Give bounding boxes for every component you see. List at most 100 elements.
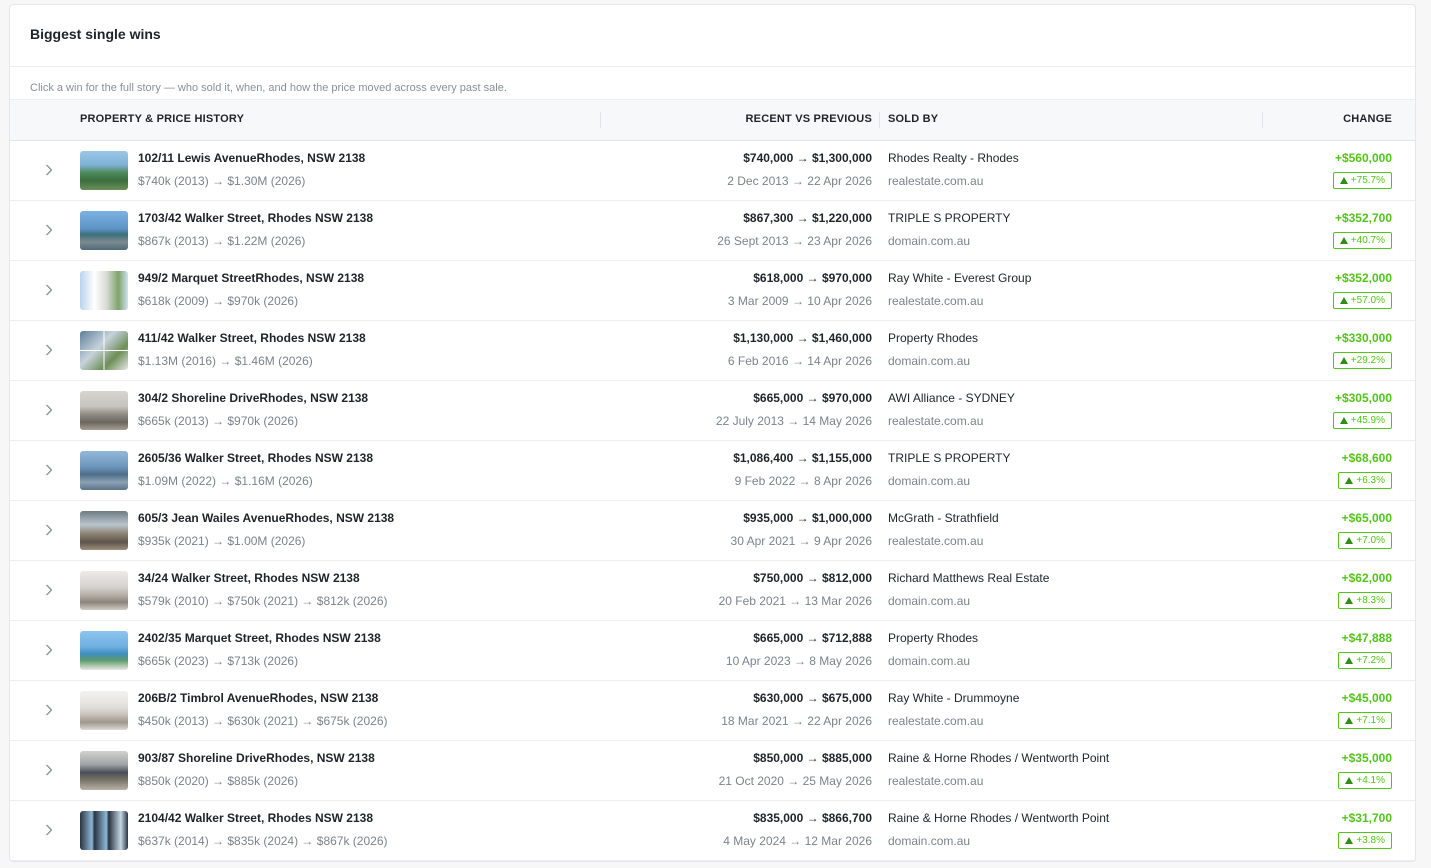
- property-thumbnail: [80, 271, 128, 310]
- property-address: 2402/35 Marquet Street, Rhodes NSW 2138: [138, 631, 381, 645]
- change-percent-badge: +7.1%: [1338, 712, 1392, 729]
- sale-dates: 6 Feb 2016 → 14 Apr 2026: [727, 354, 872, 368]
- change-percent: +57.0%: [1350, 295, 1385, 306]
- property-address: 102/11 Lewis AvenueRhodes, NSW 2138: [138, 151, 366, 165]
- selling-agency: Rhodes Realty - Rhodes: [888, 151, 1019, 165]
- change-percent-badge: +7.2%: [1338, 652, 1392, 669]
- header-sold-by[interactable]: SOLD BY: [888, 113, 938, 125]
- change-percent: +7.2%: [1356, 655, 1385, 666]
- property-thumbnail: [80, 391, 128, 430]
- header-change[interactable]: CHANGE: [1263, 113, 1392, 125]
- change-amount: +$560,000: [1334, 151, 1392, 165]
- table-row[interactable]: 304/2 Shoreline DriveRhodes, NSW 2138 $6…: [10, 381, 1415, 441]
- listing-source: domain.com.au: [888, 354, 971, 368]
- arrow-up-icon: [1345, 597, 1354, 604]
- chevron-right-icon[interactable]: [42, 583, 56, 597]
- card-title: Biggest single wins: [10, 5, 1415, 67]
- chevron-right-icon[interactable]: [42, 343, 56, 357]
- arrow-up-icon: [1345, 657, 1354, 664]
- sale-dates: 30 Apr 2021 → 9 Apr 2026: [730, 534, 872, 548]
- table-row[interactable]: 34/24 Walker Street, Rhodes NSW 2138 $57…: [10, 561, 1415, 621]
- property-address: 949/2 Marquet StreetRhodes, NSW 2138: [138, 271, 365, 285]
- table-row[interactable]: 903/87 Shoreline DriveRhodes, NSW 2138 $…: [10, 741, 1415, 801]
- price-history: $867k (2013) → $1.22M (2026): [138, 234, 306, 248]
- price-history: $579k (2010) → $750k (2021) → $812k (202…: [138, 594, 388, 608]
- price-history: $850k (2020) → $885k (2026): [138, 774, 299, 788]
- table-body: 102/11 Lewis AvenueRhodes, NSW 2138 $740…: [10, 141, 1415, 861]
- sale-dates: 10 Apr 2023 → 8 May 2026: [725, 654, 872, 668]
- property-address: 2605/36 Walker Street, Rhodes NSW 2138: [138, 451, 373, 465]
- table-row[interactable]: 949/2 Marquet StreetRhodes, NSW 2138 $61…: [10, 261, 1415, 321]
- listing-source: domain.com.au: [888, 654, 971, 668]
- table-row[interactable]: 1703/42 Walker Street, Rhodes NSW 2138 $…: [10, 201, 1415, 261]
- change-percent-badge: +57.0%: [1332, 292, 1392, 309]
- table-row[interactable]: 605/3 Jean Wailes AvenueRhodes, NSW 2138…: [10, 501, 1415, 561]
- chevron-right-icon[interactable]: [42, 823, 56, 837]
- recent-vs-previous-prices: $630,000 → $675,000: [753, 691, 872, 705]
- chevron-right-icon[interactable]: [42, 163, 56, 177]
- arrow-up-icon: [1339, 237, 1348, 244]
- price-history: $637k (2014) → $835k (2024) → $867k (202…: [138, 834, 388, 848]
- selling-agency: Property Rhodes: [888, 331, 979, 345]
- change-amount: +$47,888: [1341, 631, 1392, 645]
- chevron-right-icon[interactable]: [42, 763, 56, 777]
- sale-dates: 22 July 2013 → 14 May 2026: [715, 414, 872, 428]
- header-recent[interactable]: RECENT VS PREVIOUS: [610, 113, 872, 125]
- chevron-right-icon[interactable]: [42, 703, 56, 717]
- recent-vs-previous-prices: $867,300 → $1,220,000: [743, 211, 872, 225]
- table-row[interactable]: 2605/36 Walker Street, Rhodes NSW 2138 $…: [10, 441, 1415, 501]
- column-divider: [600, 112, 601, 128]
- recent-vs-previous-prices: $740,000 → $1,300,000: [743, 151, 872, 165]
- recent-vs-previous-prices: $835,000 → $866,700: [753, 811, 872, 825]
- price-history: $618k (2009) → $970k (2026): [138, 294, 299, 308]
- selling-agency: TRIPLE S PROPERTY: [888, 211, 1011, 225]
- change-amount: +$65,000: [1341, 511, 1392, 525]
- property-address: 411/42 Walker Street, Rhodes NSW 2138: [138, 331, 366, 345]
- sale-dates: 26 Sept 2013 → 23 Apr 2026: [717, 234, 872, 248]
- table-row[interactable]: 2402/35 Marquet Street, Rhodes NSW 2138 …: [10, 621, 1415, 681]
- listing-source: realestate.com.au: [888, 414, 984, 428]
- change-amount: +$305,000: [1334, 391, 1392, 405]
- chevron-right-icon[interactable]: [42, 223, 56, 237]
- chevron-right-icon[interactable]: [42, 403, 56, 417]
- table-row[interactable]: 102/11 Lewis AvenueRhodes, NSW 2138 $740…: [10, 141, 1415, 201]
- property-thumbnail: [80, 211, 128, 250]
- listing-source: realestate.com.au: [888, 174, 984, 188]
- chevron-right-icon[interactable]: [42, 643, 56, 657]
- chevron-right-icon[interactable]: [42, 283, 56, 297]
- table-row[interactable]: 2104/42 Walker Street, Rhodes NSW 2138 $…: [10, 801, 1415, 861]
- header-property[interactable]: PROPERTY & PRICE HISTORY: [80, 113, 244, 125]
- change-percent-badge: +75.7%: [1332, 172, 1392, 189]
- change-percent: +40.7%: [1350, 235, 1385, 246]
- property-thumbnail: [80, 151, 128, 190]
- price-history: $935k (2021) → $1.00M (2026): [138, 534, 306, 548]
- chevron-right-icon[interactable]: [42, 463, 56, 477]
- listing-source: domain.com.au: [888, 594, 971, 608]
- sale-dates: 9 Feb 2022 → 8 Apr 2026: [734, 474, 872, 488]
- change-amount: +$35,000: [1341, 751, 1392, 765]
- table-row[interactable]: 206B/2 Timbrol AvenueRhodes, NSW 2138 $4…: [10, 681, 1415, 741]
- sale-dates: 20 Feb 2021 → 13 Mar 2026: [718, 594, 872, 608]
- selling-agency: AWI Alliance - SYDNEY: [888, 391, 1015, 405]
- arrow-up-icon: [1339, 177, 1348, 184]
- card-subtitle: Click a win for the full story — who sol…: [30, 82, 507, 94]
- change-percent-badge: +29.2%: [1332, 352, 1392, 369]
- property-thumbnail: [80, 631, 128, 670]
- price-history: $665k (2013) → $970k (2026): [138, 414, 299, 428]
- listing-source: domain.com.au: [888, 234, 971, 248]
- selling-agency: Raine & Horne Rhodes / Wentworth Point: [888, 751, 1110, 765]
- change-percent: +75.7%: [1350, 175, 1385, 186]
- property-address: 1703/42 Walker Street, Rhodes NSW 2138: [138, 211, 373, 225]
- selling-agency: TRIPLE S PROPERTY: [888, 451, 1011, 465]
- arrow-up-icon: [1345, 537, 1354, 544]
- listing-source: realestate.com.au: [888, 774, 984, 788]
- property-thumbnail: [80, 571, 128, 610]
- change-percent: +4.1%: [1356, 775, 1385, 786]
- chevron-right-icon[interactable]: [42, 523, 56, 537]
- sale-dates: 3 Mar 2009 → 10 Apr 2026: [727, 294, 872, 308]
- listing-source: realestate.com.au: [888, 294, 984, 308]
- table-row[interactable]: 411/42 Walker Street, Rhodes NSW 2138 $1…: [10, 321, 1415, 381]
- property-address: 2104/42 Walker Street, Rhodes NSW 2138: [138, 811, 373, 825]
- table-header: PROPERTY & PRICE HISTORY RECENT VS PREVI…: [10, 99, 1415, 141]
- change-percent: +45.9%: [1350, 415, 1385, 426]
